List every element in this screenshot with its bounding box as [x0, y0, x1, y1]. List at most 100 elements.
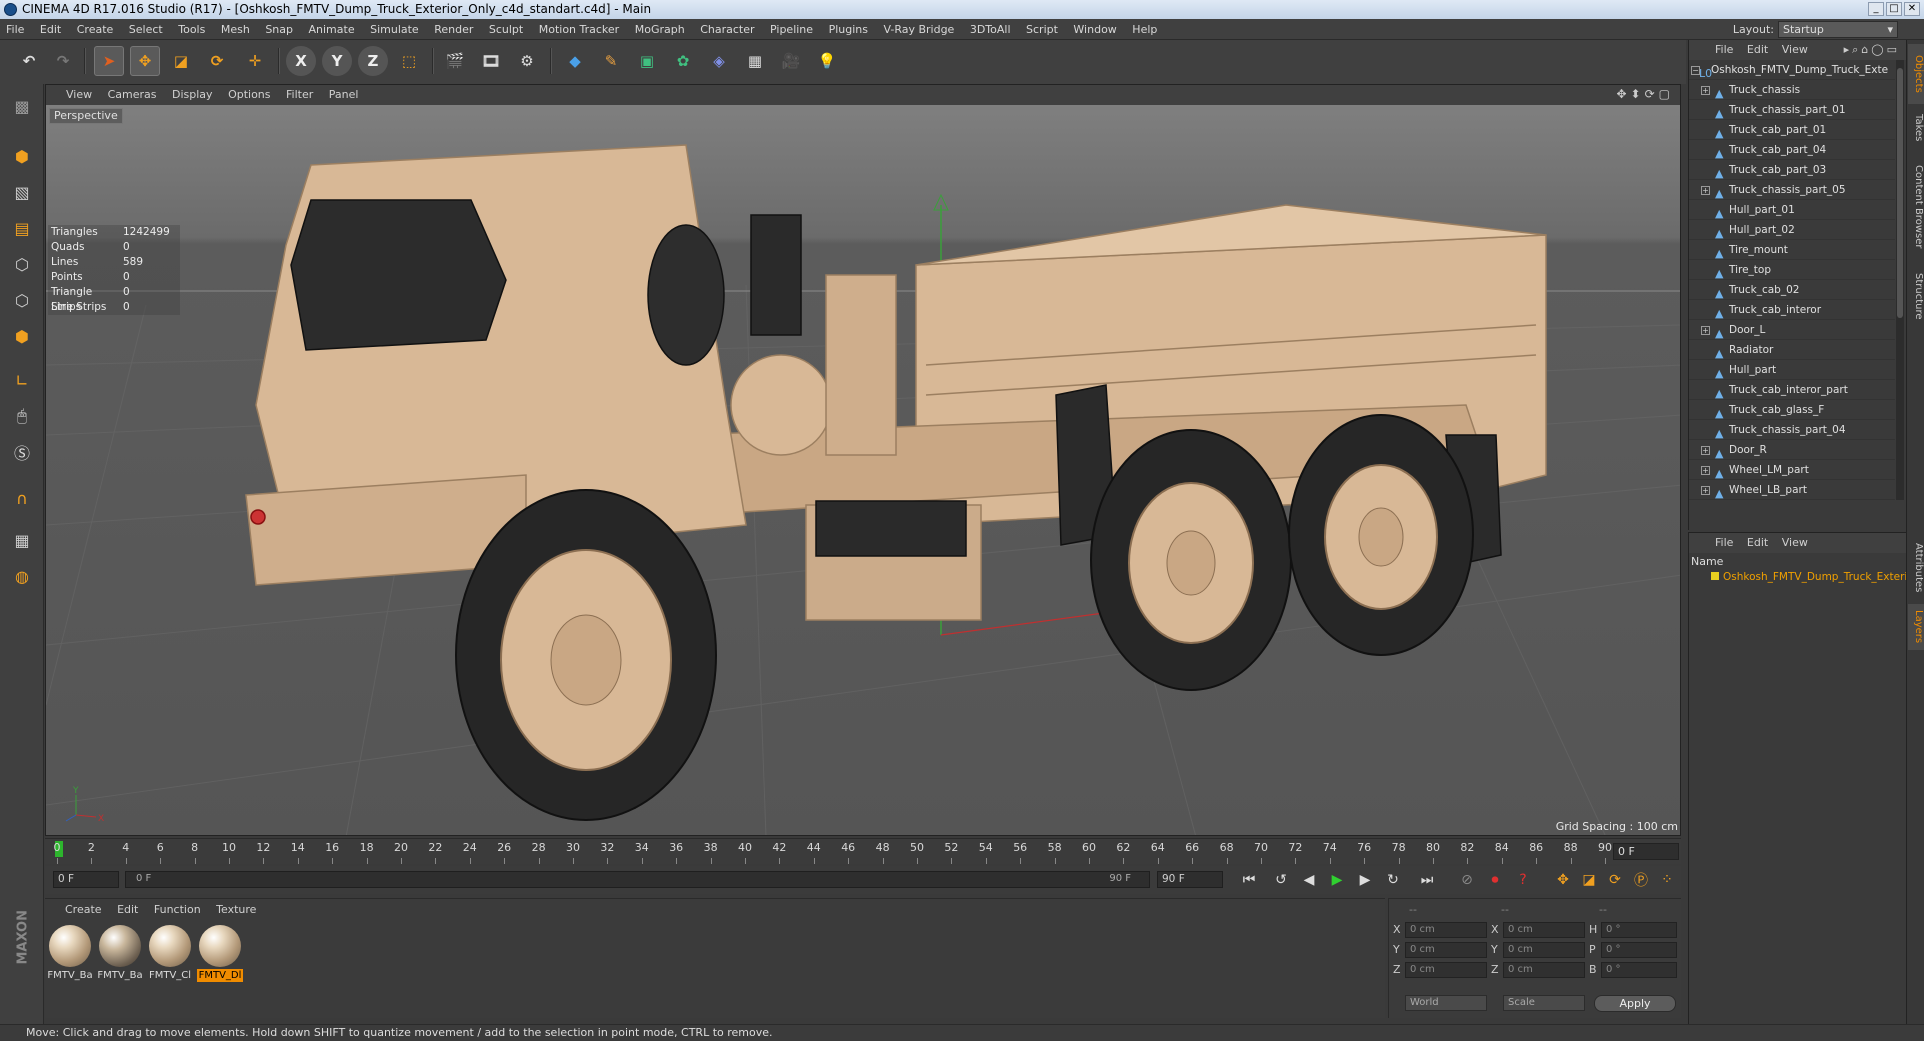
undo-icon[interactable]: ↶ — [14, 46, 44, 76]
rotate-tool-icon[interactable]: ⟳ — [202, 46, 232, 76]
render-picture-viewer-icon[interactable]: 🎞 — [476, 46, 506, 76]
om-menu-edit[interactable]: Edit — [1742, 40, 1773, 60]
maximize-button[interactable]: □ — [1886, 2, 1902, 16]
material-swatch[interactable]: FMTV_Cl — [147, 925, 193, 982]
position-z-field[interactable]: 0 cm — [1405, 962, 1487, 978]
key-scale-icon[interactable]: ◪ — [1577, 869, 1601, 891]
menu-character[interactable]: Character — [694, 19, 760, 40]
cloner-icon[interactable]: ✿ — [668, 46, 698, 76]
size-x-field[interactable]: 0 cm — [1503, 922, 1585, 938]
model-mode-icon[interactable]: ⬢ — [6, 140, 38, 172]
tab-takes[interactable]: Takes — [1908, 106, 1924, 150]
rotation-b-field[interactable]: 0 ° — [1601, 962, 1677, 978]
lm-menu-view[interactable]: View — [1777, 533, 1813, 553]
rotation-h-field[interactable]: 0 ° — [1601, 922, 1677, 938]
redo-icon[interactable]: ↷ — [48, 46, 78, 76]
mat-menu-texture[interactable]: Texture — [210, 899, 262, 921]
menu-snap[interactable]: Snap — [259, 19, 299, 40]
material-swatch[interactable]: FMTV_Ba — [97, 925, 143, 982]
menu-tools[interactable]: Tools — [172, 19, 211, 40]
render-settings-icon[interactable]: ⚙ — [512, 46, 542, 76]
mat-menu-edit[interactable]: Edit — [111, 899, 144, 921]
menu-animate[interactable]: Animate — [303, 19, 361, 40]
close-button[interactable]: ✕ — [1904, 2, 1920, 16]
menu-plugins[interactable]: Plugins — [823, 19, 874, 40]
snap-magnet-icon[interactable]: ∩ — [6, 482, 38, 514]
record-keys-icon[interactable]: ⊘ — [1455, 869, 1479, 891]
step-forward-icon[interactable]: ▶ — [1353, 869, 1377, 891]
menu-select[interactable]: Select — [123, 19, 169, 40]
key-rotation-icon[interactable]: ⟳ — [1603, 869, 1627, 891]
tab-attributes[interactable]: Attributes — [1908, 534, 1924, 602]
live-selection-icon[interactable]: ✛ — [240, 46, 270, 76]
move-tool-icon[interactable]: ✥ — [130, 46, 160, 76]
object-tree-item[interactable]: ▲ Truck_cab_interor_part — [1689, 380, 1895, 400]
viewport-canvas[interactable]: Y X Perspective Triangles 1242499 Quads 0 … — [46, 105, 1680, 835]
make-editable-icon[interactable]: ▩ — [6, 90, 38, 122]
axis-mode-icon[interactable]: ∟ — [6, 364, 38, 396]
tab-structure[interactable]: Structure — [1908, 264, 1924, 328]
object-tree-item[interactable]: ▲ Truck_cab_02 — [1689, 280, 1895, 300]
cube-primitive-icon[interactable]: ◆ — [560, 46, 590, 76]
apply-button[interactable]: Apply — [1594, 995, 1676, 1012]
object-tree-item[interactable]: ▲ Hull_part_02 — [1689, 220, 1895, 240]
object-tree-item[interactable]: ▲ Tire_top — [1689, 260, 1895, 280]
object-tree-item[interactable]: + ▲ Wheel_LB_part — [1689, 480, 1895, 500]
object-tree-item[interactable]: + ▲ Door_L — [1689, 320, 1895, 340]
menu-window[interactable]: Window — [1067, 19, 1122, 40]
object-tree-item[interactable]: ▲ Truck_cab_interor — [1689, 300, 1895, 320]
planar-workplane-icon[interactable]: ◍ — [6, 560, 38, 592]
object-tree-item[interactable]: + ▲ Door_R — [1689, 440, 1895, 460]
position-y-field[interactable]: 0 cm — [1405, 942, 1487, 958]
size-z-field[interactable]: 0 cm — [1503, 962, 1585, 978]
object-tree-item[interactable]: ▲ Radiator — [1689, 340, 1895, 360]
polygons-mode-icon[interactable]: ⬢ — [6, 320, 38, 352]
record-active-icon[interactable]: ⏺ — [1483, 869, 1507, 891]
timeline-ruler[interactable]: 0 2 4 6 8 10 12 14 16 18 20 22 24 26 28 30 32 34 36 38 40 42 4… — [45, 838, 1681, 864]
expand-toggle[interactable]: + — [1701, 446, 1710, 455]
layout-select[interactable]: Startup — [1778, 21, 1898, 38]
menu-edit[interactable]: Edit — [34, 19, 67, 40]
scale-tool-icon[interactable]: ◪ — [166, 46, 196, 76]
size-y-field[interactable]: 0 cm — [1503, 942, 1585, 958]
points-mode-icon[interactable]: ⬡ — [6, 248, 38, 280]
key-position-icon[interactable]: ✥ — [1551, 869, 1575, 891]
vp-menu-view[interactable]: View — [46, 85, 98, 105]
key-parameter-icon[interactable]: Ⓟ — [1629, 869, 1653, 891]
object-tree-item[interactable]: ▲ Truck_cab_glass_F — [1689, 400, 1895, 420]
menu-simulate[interactable]: Simulate — [364, 19, 425, 40]
deformer-icon[interactable]: ◈ — [704, 46, 734, 76]
vp-menu-filter[interactable]: Filter — [280, 85, 319, 105]
render-view-icon[interactable]: 🎬 — [440, 46, 470, 76]
tweak-mode-icon[interactable]: 🖱 — [6, 400, 38, 432]
vp-menu-panel[interactable]: Panel — [323, 85, 365, 105]
object-tree-item[interactable]: ▲ Tire_mount — [1689, 240, 1895, 260]
light-icon[interactable]: 💡 — [812, 46, 842, 76]
layer-row[interactable]: Oshkosh_FMTV_Dump_Truck_Exteri — [1711, 571, 1907, 583]
menu-pipeline[interactable]: Pipeline — [764, 19, 819, 40]
expand-toggle[interactable]: + — [1701, 486, 1710, 495]
menu-sculpt[interactable]: Sculpt — [483, 19, 529, 40]
object-tree-item[interactable]: ▲ Truck_cab_part_03 — [1689, 160, 1895, 180]
om-toolbar-icons[interactable]: ▸⌕⌂◯▭ — [1844, 40, 1900, 60]
spline-pen-icon[interactable]: ✎ — [596, 46, 626, 76]
workplane-icon[interactable]: ▤ — [6, 212, 38, 244]
menu-mograph[interactable]: MoGraph — [629, 19, 691, 40]
object-tree-item[interactable]: + ▲ Truck_chassis — [1689, 80, 1895, 100]
previous-key-icon[interactable]: ↺ — [1269, 869, 1293, 891]
menu-file[interactable]: File — [0, 19, 30, 40]
expand-toggle[interactable]: + — [1701, 326, 1710, 335]
layer-color-swatch[interactable] — [1711, 572, 1719, 580]
autokey-icon[interactable]: ? — [1511, 869, 1535, 891]
go-to-end-icon[interactable]: ⏭ — [1415, 869, 1439, 891]
texture-mode-icon[interactable]: ▧ — [6, 176, 38, 208]
play-icon[interactable]: ▶ — [1325, 869, 1349, 891]
om-menu-file[interactable]: File — [1689, 40, 1738, 60]
menu-help[interactable]: Help — [1126, 19, 1163, 40]
lm-menu-file[interactable]: File — [1689, 533, 1738, 553]
key-pla-icon[interactable]: ⁘ — [1655, 869, 1679, 891]
vp-menu-display[interactable]: Display — [166, 85, 219, 105]
object-tree-item[interactable]: ▲ Hull_part_01 — [1689, 200, 1895, 220]
rotation-p-field[interactable]: 0 ° — [1601, 942, 1677, 958]
material-swatch[interactable]: FMTV_Ba — [47, 925, 93, 982]
